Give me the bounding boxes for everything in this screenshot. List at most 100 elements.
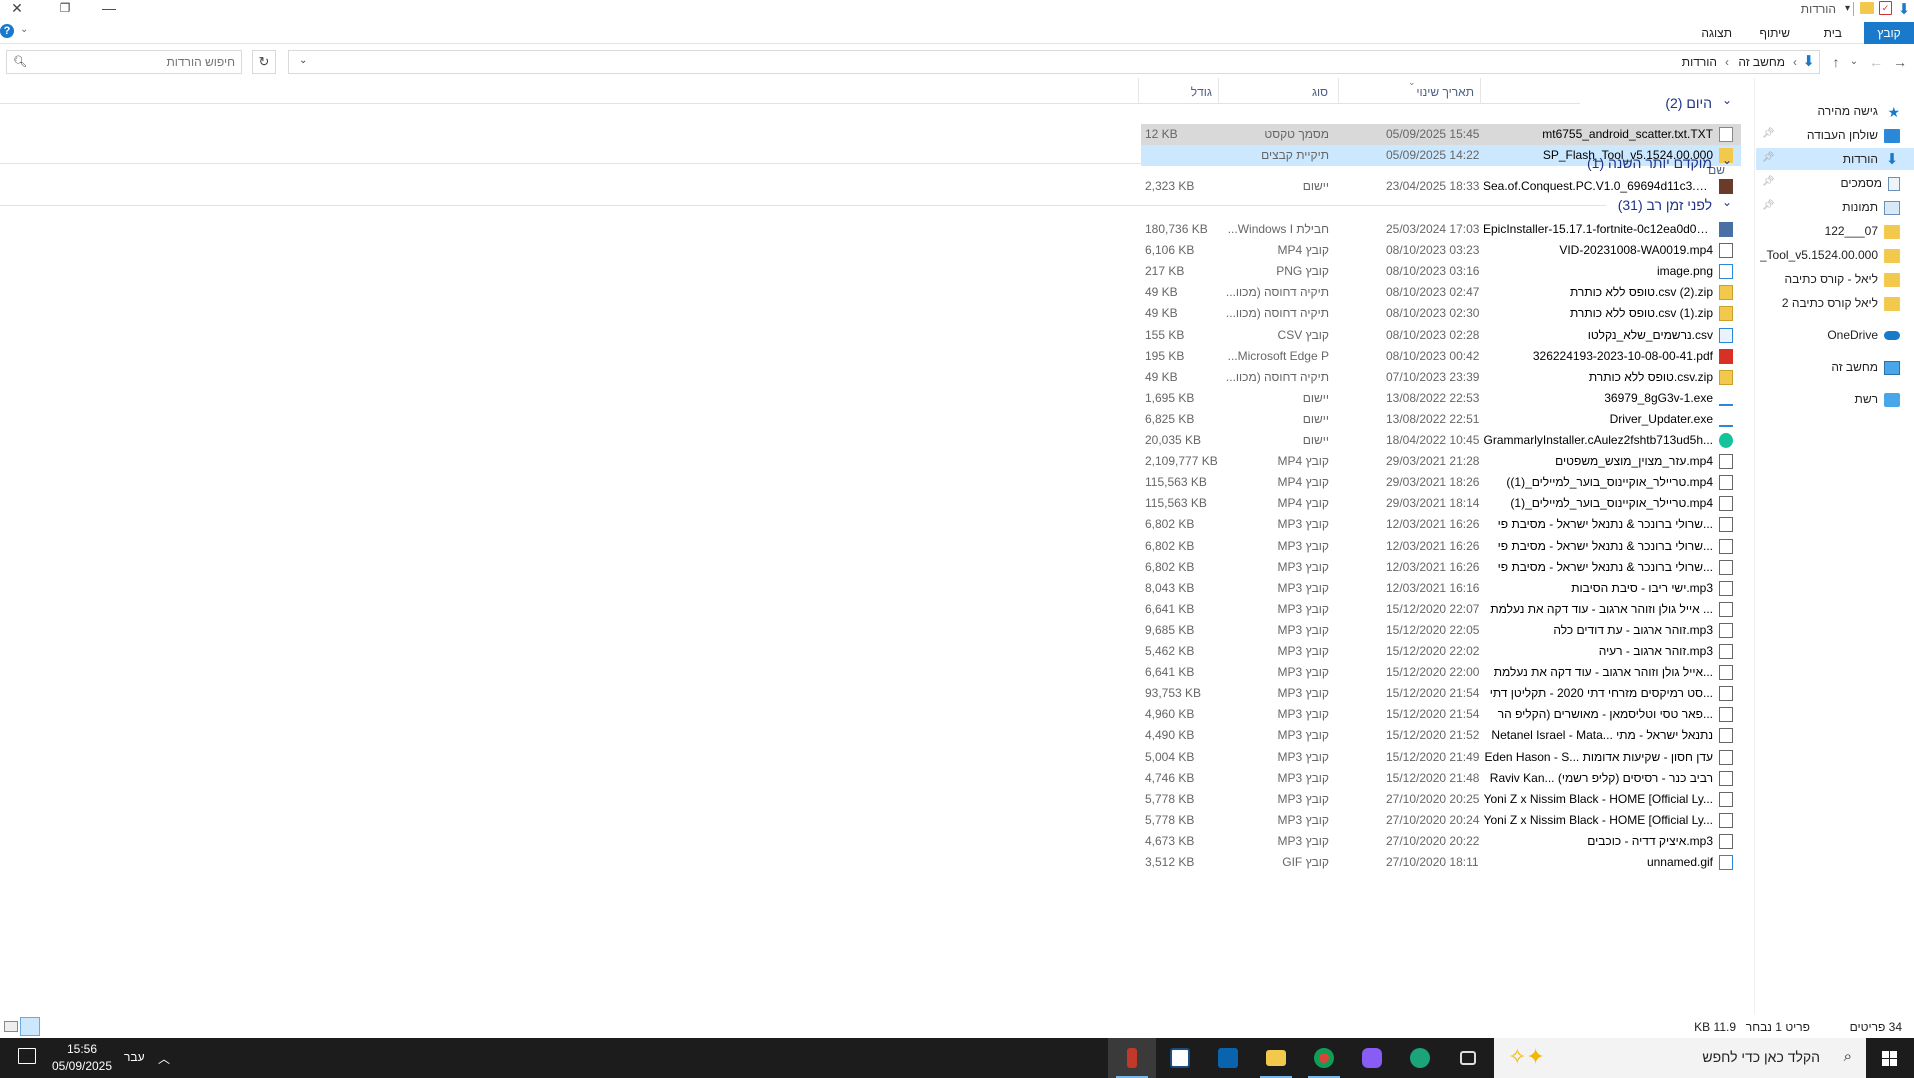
sidebar-item-folder-07-122[interactable]: 07___122 — [1825, 220, 1900, 242]
back-arrow-icon[interactable]: → — [1890, 52, 1910, 72]
pin-icon[interactable]: 📌︎ — [1762, 176, 1775, 187]
properties-check-icon[interactable]: ✓ — [1879, 1, 1892, 15]
file-row[interactable]: EpicInstaller-15.17.1-fortnite-0c12ea0d0… — [1141, 219, 1741, 240]
file-row[interactable]: VID-20231008-WA0019.mp4 08/10/2023 03:23 ק… — [1141, 240, 1741, 261]
sidebar-item-onedrive[interactable]: OneDrive — [1827, 324, 1900, 346]
notifications-icon[interactable] — [18, 1048, 36, 1064]
solitaire-app[interactable] — [1156, 1038, 1204, 1078]
column-header-size[interactable]: גודל — [1140, 78, 1216, 106]
file-row[interactable]: Netanel Israel - Mata... נתנאל ישראל - מ… — [1141, 725, 1741, 746]
sidebar-item-writing-course[interactable]: ליאל - קורס כתיבה — [1785, 268, 1900, 290]
file-row[interactable]: (טריילר_אוקיינוס_בוער_למיילים_(1).mp4 29/… — [1141, 472, 1741, 493]
tab-view[interactable]: תצוגה — [1691, 22, 1742, 44]
file-row[interactable]: עזר_מצוין_מוצש_משפטים.mp4 29/03/2021 21:2… — [1141, 451, 1741, 472]
up-arrow-icon[interactable]: ↑ — [1826, 52, 1846, 72]
column-divider[interactable] — [1480, 78, 1481, 104]
file-row[interactable]: אייל גולן וזוהר ארגוב - עוד דקה את נעלמת… — [1141, 599, 1741, 620]
tab-share[interactable]: שיתוף — [1749, 22, 1800, 44]
sidebar-item-flash-tool-folder[interactable]: SP_Flash_Tool_v5.1524.00.000 — [1760, 244, 1900, 266]
file-row[interactable]: סט רמיקסים מזרחי דתי 2020 - תקליטן דתי..… — [1141, 683, 1741, 704]
breadcrumb-downloads[interactable]: הורדות — [1682, 55, 1717, 69]
file-row[interactable]: טופס ללא כותרת.csv.zip 07/10/2023 23:39 תי… — [1141, 367, 1741, 388]
collapse-chevron-icon[interactable]: ⌄ — [1722, 195, 1732, 209]
file-row[interactable]: טופס ללא כותרת.csv (1).zip 08/10/2023 02:… — [1141, 303, 1741, 324]
file-row[interactable]: פאר טסי וטליסמאן - מאושרים (הקליפ הר... 1… — [1141, 704, 1741, 725]
file-row[interactable]: טופס ללא כותרת.csv (2).zip 08/10/2023 02:… — [1141, 282, 1741, 303]
search-box[interactable]: 🔍︎ — [6, 50, 242, 74]
flash-tool-app[interactable] — [1108, 1038, 1156, 1078]
task-view-button[interactable] — [1444, 1038, 1492, 1078]
file-row[interactable]: ישי ריבו - סיבת הסיבות.mp3 12/03/2021 16:… — [1141, 578, 1741, 599]
file-row[interactable]: 326224193-2023-10-08-00-41.pdf 08/10/2023… — [1141, 346, 1741, 367]
sidebar-item-network[interactable]: רשת — [1855, 388, 1900, 410]
file-row[interactable]: unnamed.gif 27/10/2020 18:11 קובץ GIF 3,512… — [1141, 852, 1741, 873]
copilot-sparkle-icon[interactable]: ✦✧ — [1508, 1044, 1545, 1070]
file-row[interactable]: Eden Hason - S... עדן חסון - שקיעות אדומ… — [1141, 747, 1741, 768]
column-header-date[interactable]: תאריך שינוי ⌄ — [1340, 77, 1478, 106]
folder-icon[interactable] — [1860, 2, 1874, 14]
group-header[interactable]: היום (2) — [1665, 92, 1712, 114]
file-row[interactable]: שרולי ברונכר & נתנאל ישראל - מסיבת פי...… — [1141, 536, 1741, 557]
file-row[interactable]: GrammarlyInstaller.cAulez2fshtb713ud5h..… — [1141, 430, 1741, 451]
sidebar-item-writing-course-2[interactable]: ליאל קורס כתיבה 2 — [1782, 292, 1900, 314]
file-row[interactable]: זוהר ארגוב - רעיה.mp3 15/12/2020 22:02 קוב… — [1141, 641, 1741, 662]
file-row[interactable]: Raviv Kan... רביב כנר - רסיסים (קליפ רשמ… — [1141, 768, 1741, 789]
collapse-chevron-icon[interactable]: ⌄ — [1722, 93, 1732, 107]
file-explorer-app[interactable] — [1252, 1038, 1300, 1078]
file-row[interactable]: Yoni Z x Nissim Black - HOME [Official L… — [1141, 789, 1741, 810]
help-icon[interactable]: ? — [0, 24, 14, 38]
sidebar-item-downloads[interactable]: ⬇ הורדות — [1756, 148, 1914, 170]
file-row[interactable]: שרולי ברונכר & נתנאל ישראל - מסיבת פי...… — [1141, 514, 1741, 535]
copilot-app[interactable] — [1348, 1038, 1396, 1078]
file-row[interactable]: mt6755_android_scatter.txt.TXT 05/09/2025… — [1141, 124, 1741, 145]
column-header-type[interactable]: סוג — [1220, 78, 1336, 106]
sidebar-item-quick-access[interactable]: ★ גישה מהירה — [1817, 100, 1900, 122]
language-indicator[interactable]: עבר — [124, 1050, 145, 1064]
column-divider[interactable] — [1138, 78, 1139, 104]
minimize-icon[interactable]: — — [92, 0, 126, 18]
address-bar[interactable]: ⬇ › מחשב זה › הורדות ⌄ — [288, 50, 1820, 74]
file-row[interactable]: 36979_8gG3v-1.exe 13/08/2022 22:53 יישום 1,… — [1141, 388, 1741, 409]
ribbon-expand-icon[interactable]: ⌄ — [20, 24, 28, 35]
file-row[interactable]: image.png 08/10/2023 03:16 קובץ PNG 217 KB — [1141, 261, 1741, 282]
file-row[interactable]: אייל גולן וזוהר ארגוב - עוד דקה את נעלמת… — [1141, 662, 1741, 683]
group-header[interactable]: לפני זמן רב (31) — [1618, 194, 1712, 216]
tab-home[interactable]: בית — [1814, 22, 1852, 44]
group-header[interactable]: מוקדם יותר השנה (1) — [1587, 152, 1712, 174]
tray-overflow-icon[interactable]: ︿ — [158, 1050, 170, 1067]
outlook-app[interactable] — [1204, 1038, 1252, 1078]
start-button[interactable] — [1866, 1038, 1914, 1078]
collapse-chevron-icon[interactable]: ⌄ — [1722, 153, 1732, 167]
recent-locations-icon[interactable]: ⌄ — [1844, 52, 1864, 72]
sidebar-item-desktop[interactable]: שולחן העבודה — [1807, 124, 1900, 146]
file-row[interactable]: שרולי ברונכר & נתנאל ישראל - מסיבת פי...… — [1141, 557, 1741, 578]
pin-icon[interactable]: 📌︎ — [1762, 152, 1775, 163]
details-view-icon[interactable] — [4, 1021, 18, 1032]
sidebar-item-pictures[interactable]: תמונות — [1842, 196, 1900, 218]
file-row[interactable]: Yoni Z x Nissim Black - HOME [Official L… — [1141, 810, 1741, 831]
file-row[interactable]: טריילר_אוקיינוס_בוער_למיילים_(1).mp4 29/0… — [1141, 493, 1741, 514]
search-input[interactable] — [35, 54, 235, 70]
sidebar-item-this-pc[interactable]: מחשב זה — [1831, 356, 1900, 378]
large-icons-view-icon[interactable] — [20, 1017, 40, 1036]
restore-icon[interactable]: ❐ — [48, 0, 82, 18]
breadcrumb-this-pc[interactable]: מחשב זה — [1738, 55, 1785, 69]
address-dropdown-icon[interactable]: ⌄ — [299, 55, 307, 66]
pin-icon[interactable]: 📌︎ — [1762, 128, 1775, 139]
forward-arrow-icon[interactable]: ← — [1866, 52, 1886, 72]
refresh-icon[interactable]: ↻ — [252, 50, 276, 74]
column-divider[interactable] — [1218, 78, 1219, 104]
close-icon[interactable]: ✕ — [0, 0, 34, 18]
edge-app[interactable] — [1396, 1038, 1444, 1078]
tab-file[interactable]: קובץ — [1864, 22, 1914, 44]
column-divider[interactable] — [1338, 78, 1339, 104]
file-row[interactable]: Driver_Updater.exe 13/08/2022 22:51 יישום 6… — [1141, 409, 1741, 430]
sidebar-item-documents[interactable]: מסמכים — [1840, 172, 1900, 194]
file-row[interactable]: זוהר ארגוב - עת דודים כלה.mp3 15/12/2020 … — [1141, 620, 1741, 641]
qat-dropdown-icon[interactable]: ▾ — [1845, 3, 1850, 14]
pin-icon[interactable]: 📌︎ — [1762, 200, 1775, 211]
file-row[interactable]: איציק דדיה - כוכבים.mp3 27/10/2020 20:22 ק… — [1141, 831, 1741, 852]
taskbar-search-box[interactable]: ⌕ הקלד כאן כדי לחפש ✦✧ — [1494, 1038, 1866, 1078]
chrome-app[interactable] — [1300, 1038, 1348, 1078]
file-row[interactable]: נרשמים_שלא_נקלטו.csv 08/10/2023 02:28 קובץ… — [1141, 325, 1741, 346]
